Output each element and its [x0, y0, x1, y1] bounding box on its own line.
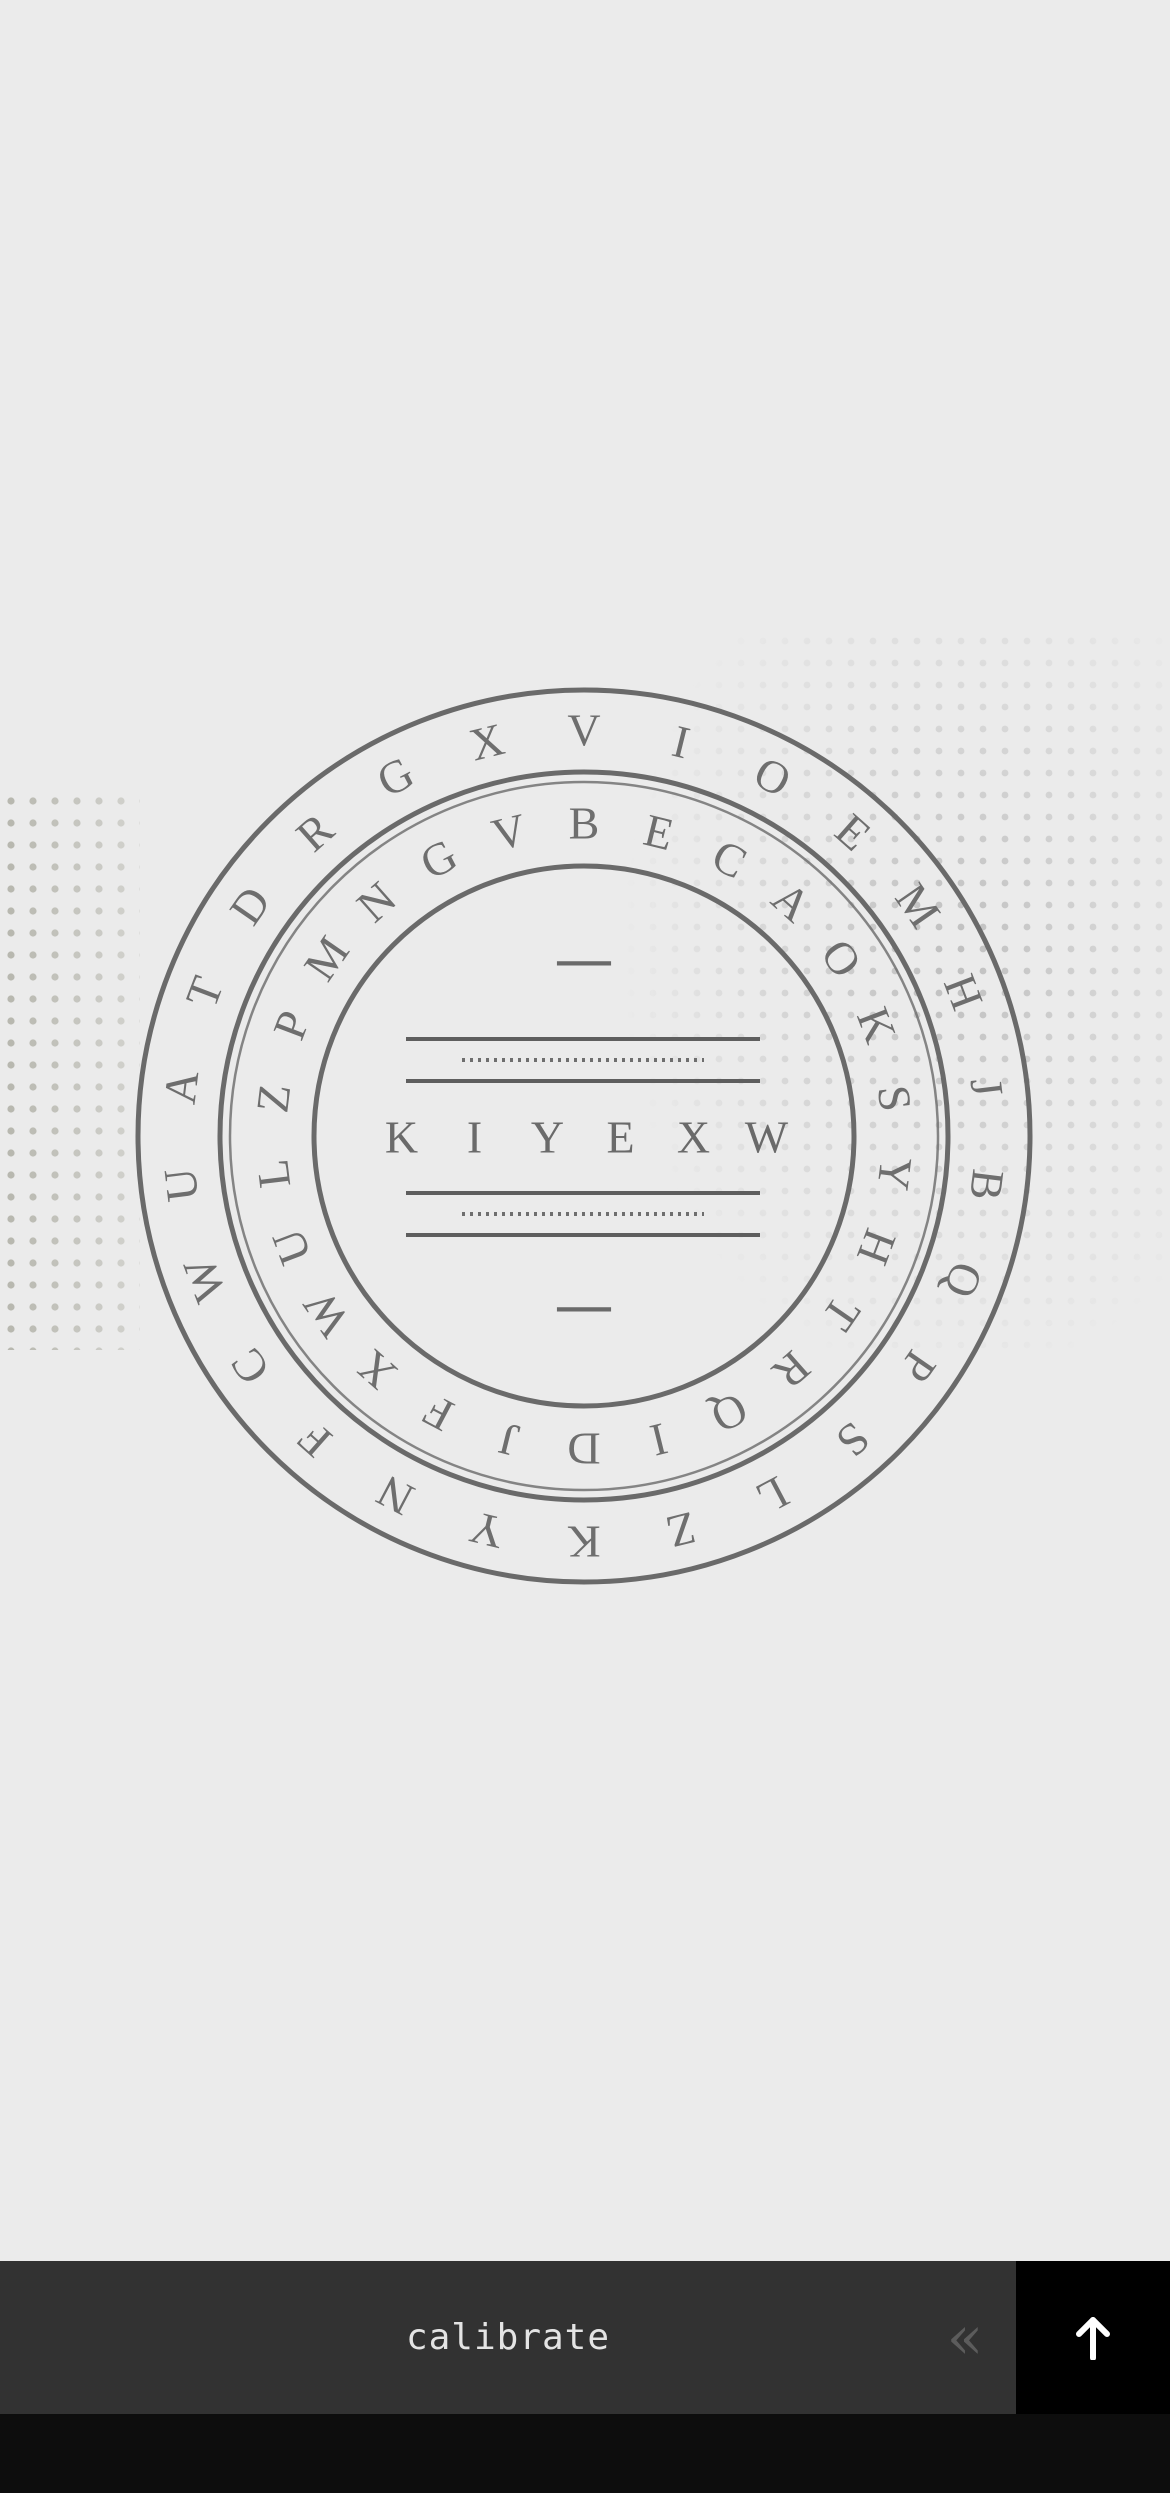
ring-letter: Q: [934, 1255, 993, 1304]
system-nav-bar: [0, 2414, 1170, 2493]
calibrate-label: calibrate: [405, 2317, 611, 2358]
ring-letter: F: [415, 1385, 461, 1442]
ring-letter: N: [347, 872, 406, 932]
submit-button[interactable]: [1016, 2261, 1170, 2414]
ring-letter: H: [934, 967, 993, 1016]
middle-ring-edge: [217, 769, 951, 1503]
double-chevron-left-icon[interactable]: «: [940, 2261, 990, 2414]
ring-letter: I: [668, 715, 695, 768]
ring-letter: C: [220, 1339, 279, 1393]
middle-ring-inner-edge: [228, 780, 940, 1492]
ring-letter: E: [639, 804, 679, 860]
ring-letter: S: [868, 1083, 922, 1115]
inner-ring-letters[interactable]: B E CAOKSYHTRQIDJFXWULZPMNG V: [246, 798, 922, 1475]
ring-letter: V: [567, 705, 600, 756]
ring-letter: Y: [867, 1154, 922, 1193]
ring-letter: M: [885, 874, 950, 937]
ring-letter: D: [567, 1424, 600, 1475]
ring-letter: R: [763, 1341, 820, 1400]
cipher-wheel[interactable]: V IOEMHJBQPSLZKYNFCWUATDRGX B E CAOKSYHTRQI…: [0, 0, 1170, 2261]
result-letter: X: [677, 1112, 710, 1163]
center-display: — KIYEXW —: [385, 925, 789, 1341]
ring-letter: Z: [661, 1502, 701, 1558]
ring-letter: S: [827, 1412, 880, 1467]
ring-letter: E: [826, 804, 881, 861]
ring-letter: L: [748, 1466, 797, 1524]
calibrate-button[interactable]: calibrate: [0, 2261, 1016, 2414]
ring-letter: Q: [703, 1383, 756, 1444]
ring-letter: D: [219, 877, 280, 933]
result-letter: K: [385, 1112, 418, 1163]
ring-letter: Y: [465, 1501, 509, 1558]
ring-letter: W: [173, 1250, 236, 1309]
ring-letter: T: [176, 970, 234, 1014]
ring-letter: A: [762, 872, 821, 932]
ring-letter: X: [347, 1340, 406, 1400]
ring-letter: F: [288, 1412, 341, 1467]
ring-letter: L: [246, 1157, 300, 1191]
bottom-marker: —: [554, 1271, 614, 1341]
ring-letter: P: [890, 1342, 947, 1392]
ring-letter: K: [567, 1517, 600, 1568]
ring-letter: J: [494, 1413, 524, 1467]
ring-letter: O: [746, 746, 799, 807]
ring-letter: B: [569, 798, 600, 849]
ring-letter: X: [465, 713, 509, 770]
ring-letter: R: [286, 803, 343, 862]
result-letter: E: [606, 1112, 634, 1163]
ring-letter: K: [847, 1000, 906, 1049]
ring-letter: H: [847, 1222, 906, 1271]
ring-letter: B: [960, 1167, 1014, 1204]
top-marker: —: [554, 925, 614, 995]
ring-letter: T: [813, 1288, 871, 1340]
ring-letter: P: [263, 1004, 320, 1046]
result-letter: Y: [531, 1112, 564, 1163]
ring-letter: U: [154, 1165, 209, 1204]
result-letter: I: [467, 1112, 482, 1163]
ring-letter: A: [154, 1068, 209, 1107]
ring-letter: G: [369, 746, 422, 807]
ring-letter: Z: [246, 1081, 300, 1115]
ring-letter: I: [645, 1413, 672, 1466]
bottom-toolbar: calibrate «: [0, 2261, 1170, 2414]
ring-letter: W: [293, 1281, 360, 1346]
ring-letter: V: [487, 803, 531, 860]
ring-letter: C: [704, 829, 755, 888]
result-word: KIYEXW: [385, 1112, 789, 1163]
ring-letter: O: [811, 930, 872, 986]
ring-letter: M: [294, 927, 359, 990]
arrow-up-icon: [1076, 2316, 1110, 2360]
result-letter: W: [745, 1112, 789, 1163]
ring-letter: U: [262, 1222, 321, 1271]
ring-letter: N: [369, 1465, 422, 1526]
ring-letter: J: [961, 1075, 1014, 1099]
ring-letter: G: [412, 829, 465, 890]
